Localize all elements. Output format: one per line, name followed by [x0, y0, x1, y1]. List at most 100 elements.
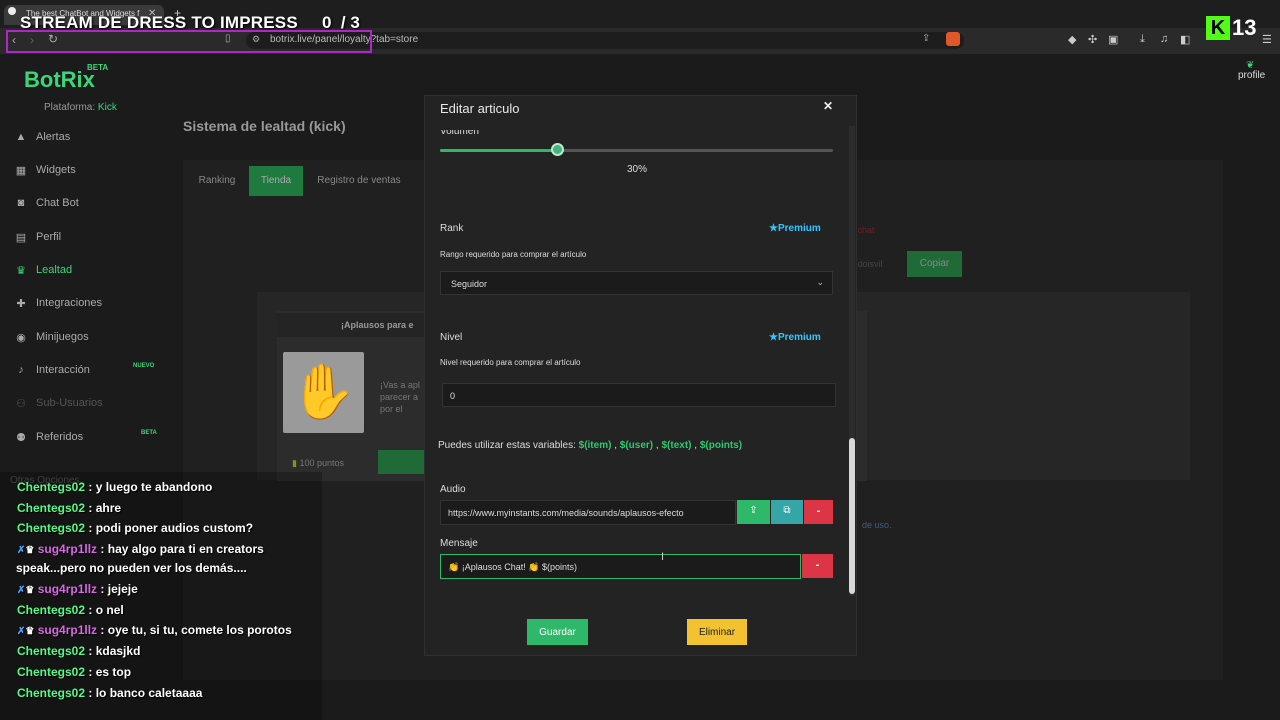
- card-description: ¡Vas a apl parecer a por el: [380, 380, 420, 414]
- sidebar-item-lealtad[interactable]: ♛ Lealtad: [14, 264, 164, 284]
- crown-badge-icon: ♛: [25, 626, 35, 637]
- card-buy-button[interactable]: [378, 450, 424, 474]
- sidebar-item-label: Interacción: [36, 364, 90, 376]
- chat-message: Chentegs02 : ahre: [17, 501, 121, 515]
- extension-diamond-icon[interactable]: ◆: [1068, 33, 1076, 46]
- sidebar-item-widgets[interactable]: ▦ Widgets: [14, 164, 164, 184]
- variable-item: $(item): [578, 440, 612, 451]
- level-field-value: 0: [450, 391, 456, 401]
- sidebar-item-minijuegos[interactable]: ◉ Minijuegos: [14, 331, 164, 351]
- rank-select[interactable]: Seguidor ⌄: [440, 271, 833, 295]
- sidebar-item-subusuarios[interactable]: ⚇ Sub-Usuarios: [14, 397, 164, 417]
- audio-library-button[interactable]: ⧉: [771, 500, 803, 524]
- chat-message: Chentegs02 : lo banco caletaaaa: [17, 686, 202, 700]
- upload-icon: ⇪: [749, 505, 758, 516]
- close-icon[interactable]: ✕: [823, 99, 833, 113]
- crown-badge-icon: ♛: [25, 545, 35, 556]
- sidebar-item-label: Sub-Usuarios: [36, 397, 103, 409]
- volume-slider-thumb[interactable]: [550, 143, 564, 156]
- chat-text: : es top: [88, 665, 132, 679]
- modal-scrollbar-thumb[interactable]: [849, 438, 855, 594]
- modal-title: Editar articulo: [440, 101, 520, 116]
- download-icon[interactable]: ⤓: [1140, 33, 1145, 46]
- variables-text: Puedes utilizar estas variables:: [438, 440, 576, 451]
- volume-slider-fill: [440, 149, 558, 152]
- chat-username: Chentegs02: [17, 480, 86, 494]
- rank-description: Rango requerido para comprar el artículo: [440, 250, 587, 259]
- message-field[interactable]: 👏 ¡Aplausos Chat! 👏 $(points): [440, 554, 801, 579]
- music-icon[interactable]: ♫: [1160, 33, 1168, 45]
- app-logo[interactable]: BotRix: [24, 67, 95, 93]
- chat-text: : kdasjkd: [88, 644, 141, 658]
- chat-message: ✗♛ sug4rp1llz : jejeje: [17, 582, 138, 596]
- extension-box-icon[interactable]: ▣: [1108, 33, 1118, 46]
- sidebar-item-label: Alertas: [36, 131, 71, 143]
- blurred-link[interactable]: de uso.: [862, 520, 892, 530]
- share-icon[interactable]: ⇪: [922, 33, 930, 44]
- clap-icon: ✋: [283, 352, 364, 433]
- level-field[interactable]: 0: [442, 383, 836, 407]
- sidebar-item-alertas[interactable]: ▲ Alertas: [14, 131, 164, 151]
- crown-badge-icon: ♛: [25, 585, 35, 596]
- chat-username: Chentegs02: [17, 603, 86, 617]
- chat-message: Chentegs02 : o nel: [17, 603, 124, 617]
- id-card-icon: ▤: [15, 232, 27, 244]
- chat-text: : oye tu, si tu, comete los porotos: [100, 623, 292, 637]
- nuevo-badge: NUEVO: [133, 363, 155, 369]
- tab-favicon-icon: [8, 7, 16, 15]
- sidebar-item-integraciones[interactable]: ✚ Integraciones: [14, 297, 164, 317]
- variables-hint: Puedes utilizar estas variables: $(item)…: [438, 440, 743, 451]
- chat-text: : ahre: [88, 501, 122, 515]
- audio-label: Audio: [440, 484, 466, 495]
- chat-username: sug4rp1llz: [37, 623, 98, 637]
- chat-username: Chentegs02: [17, 665, 86, 679]
- sidebar-item-label: Minijuegos: [36, 331, 89, 343]
- tab-ranking[interactable]: Ranking: [189, 166, 245, 196]
- copy-button[interactable]: Copiar: [907, 251, 962, 277]
- robot-icon: ◙: [17, 197, 25, 209]
- star-icon: ★: [769, 332, 778, 343]
- sidebar-item-label: Referidos: [36, 431, 84, 443]
- variable-points: $(points): [699, 440, 743, 451]
- remove-message-button[interactable]: -: [802, 554, 833, 578]
- sidebar-toggle-icon[interactable]: ◧: [1180, 33, 1190, 46]
- user-gear-icon: ⚇: [16, 398, 26, 410]
- save-button[interactable]: Guardar: [527, 619, 588, 645]
- delete-button[interactable]: Eliminar: [687, 619, 747, 645]
- brave-shield-icon[interactable]: [946, 32, 960, 46]
- chat-username: Chentegs02: [17, 644, 86, 658]
- chat-message: ✗♛ sug4rp1llz : hay algo para ti en crea…: [17, 542, 264, 556]
- page-title: Sistema de lealtad (kick): [183, 118, 346, 134]
- premium-text: Premium: [777, 223, 821, 234]
- chat-text: : podi poner audios custom?: [88, 521, 254, 535]
- tab-tienda[interactable]: Tienda: [249, 166, 303, 196]
- widgets-icon: ▦: [15, 165, 27, 177]
- upload-audio-button[interactable]: ⇪: [737, 500, 770, 524]
- sidebar-item-label: Chat Bot: [36, 197, 79, 209]
- chat-message: Chentegs02 : es top: [17, 665, 131, 679]
- chat-username: Chentegs02: [17, 521, 86, 535]
- beta-tag: BETA: [87, 63, 109, 72]
- puzzle-icon: ✚: [16, 298, 26, 310]
- chat-text: : o nel: [88, 603, 124, 617]
- gallery-icon: ⧉: [783, 505, 791, 516]
- beta-badge: BETA: [141, 430, 157, 436]
- audio-url-field[interactable]: https://www.myinstants.com/media/sounds/…: [440, 500, 736, 525]
- rank-select-value: Seguidor: [451, 279, 488, 289]
- tab-registro-ventas[interactable]: Registro de ventas: [308, 166, 410, 196]
- menu-icon[interactable]: ☰: [1262, 33, 1272, 46]
- sidebar-item-label: Perfil: [36, 231, 62, 243]
- sidebar-item-chatbot[interactable]: ◙ Chat Bot: [14, 197, 164, 217]
- sidebar-item-perfil[interactable]: ▤ Perfil: [14, 231, 164, 251]
- users-icon: ⚉: [16, 432, 26, 444]
- extension-puzzle-icon[interactable]: ✣: [1088, 33, 1097, 46]
- remove-audio-button[interactable]: -: [804, 500, 833, 524]
- rank-label: Rank: [440, 223, 464, 234]
- profile-link[interactable]: profile: [1238, 70, 1265, 81]
- level-label: Nivel: [440, 332, 463, 343]
- kick-logo-icon: K: [1206, 16, 1230, 40]
- message-label: Mensaje: [440, 538, 478, 549]
- chat-username: sug4rp1llz: [37, 582, 98, 596]
- platform-label: Plataforma: Kick: [44, 102, 117, 113]
- chat-text: : hay algo para ti en creators: [100, 542, 264, 556]
